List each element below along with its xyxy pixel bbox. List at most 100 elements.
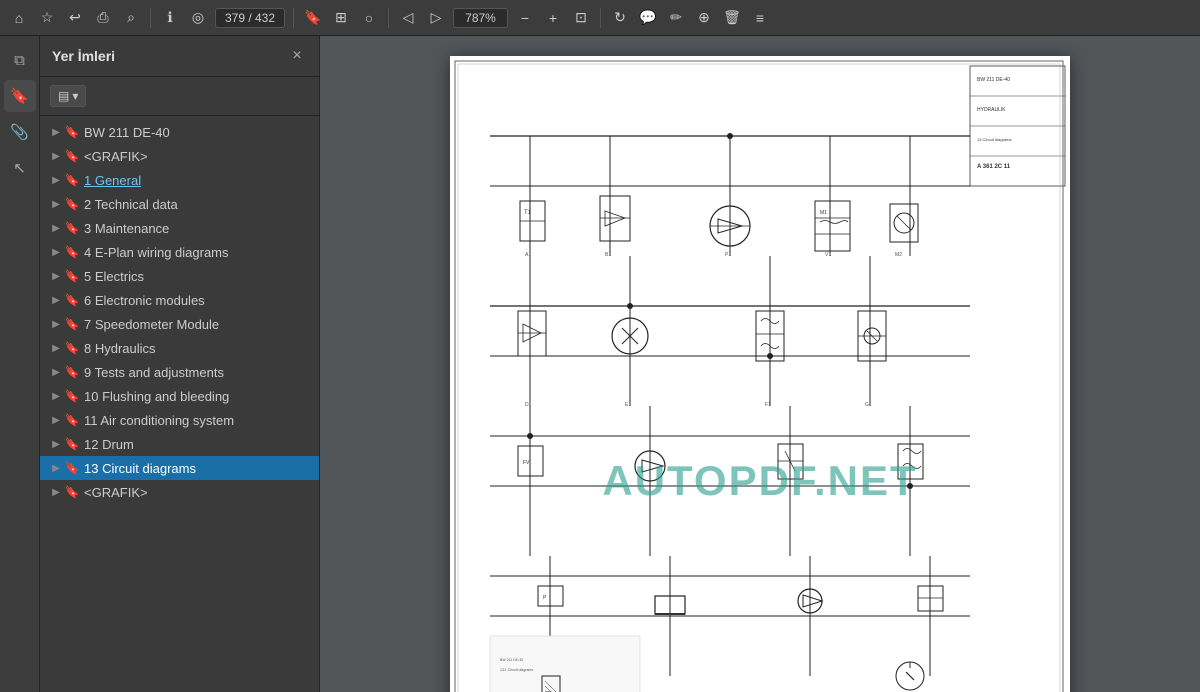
bookmark-item-circuit[interactable]: ▶🔖13 Circuit diagrams	[40, 456, 319, 480]
bookmark-leaf-icon: 🔖	[64, 316, 80, 332]
cursor-btn[interactable]: ↖	[4, 152, 36, 184]
home-icon[interactable]: ⌂	[8, 7, 30, 29]
bookmark-leaf-icon: 🔖	[64, 196, 80, 212]
back-icon[interactable]: ↩	[64, 7, 86, 29]
nav-left-icon[interactable]: ◁	[397, 7, 419, 29]
svg-text:BW 211 DE-40: BW 211 DE-40	[500, 658, 523, 662]
expand-arrow-icon: ▶	[48, 412, 64, 428]
dropdown-arrow-icon: ▾	[72, 89, 78, 103]
bookmark-leaf-icon: 🔖	[64, 436, 80, 452]
bookmark-item-technical[interactable]: ▶🔖2 Technical data	[40, 192, 319, 216]
print-icon[interactable]: ⎙	[92, 7, 114, 29]
bookmark-label: 1 General	[84, 173, 141, 188]
bookmark-label: 6 Electronic modules	[84, 293, 205, 308]
comment-icon[interactable]: 💬	[637, 7, 659, 29]
bookmark-label: 8 Hydraulics	[84, 341, 156, 356]
bookmark-label: BW 211 DE-40	[84, 125, 170, 140]
pages-btn[interactable]: ⧉	[4, 44, 36, 76]
zoom-info[interactable]: 787%	[453, 8, 508, 28]
zoom-in-icon[interactable]: +	[542, 7, 564, 29]
bookmark-label: 11 Air conditioning system	[84, 413, 234, 428]
bookmark-item-tests[interactable]: ▶🔖 9 Tests and adjustments	[40, 360, 319, 384]
pdf-viewer[interactable]: AUTOPDF.NET BW 211 DE-40 HYDRAULIK 13 Ci…	[320, 36, 1200, 692]
bookmarks-btn[interactable]: 🔖	[4, 80, 36, 112]
page-info[interactable]: 379 / 432	[215, 8, 285, 28]
delete-icon[interactable]: 🗑	[721, 7, 743, 29]
panel-title: Yer İmleri	[52, 48, 115, 64]
layers-icon[interactable]: ⊞	[330, 7, 352, 29]
svg-text:BW 211 DE-40: BW 211 DE-40	[977, 77, 1010, 83]
pen-icon[interactable]: ✏	[665, 7, 687, 29]
expand-arrow-icon: ▶	[48, 244, 64, 260]
bookmark-item-electrics[interactable]: ▶🔖5 Electrics	[40, 264, 319, 288]
bookmark-item-general[interactable]: ▶🔖1 General	[40, 168, 319, 192]
bookmark-leaf-icon: 🔖	[64, 172, 80, 188]
bookmark-leaf-icon: 🔖	[64, 124, 80, 140]
bookmark-leaf-icon: 🔖	[64, 460, 80, 476]
svg-text:T1: T1	[524, 210, 532, 216]
bookmarks-tree[interactable]: ▶🔖BW 211 DE-40▶🔖<GRAFIK>▶🔖1 General▶🔖2 T…	[40, 116, 319, 692]
expand-arrow-icon: ▶	[48, 484, 64, 500]
bookmark-label: 9 Tests and adjustments	[84, 365, 224, 380]
svg-text:A 361 2C 11: A 361 2C 11	[977, 164, 1011, 170]
panel-toolbar: ▤ ▾	[40, 77, 319, 116]
bookmarks-panel: Yer İmleri × ▤ ▾ ▶🔖BW 211 DE-40▶🔖<GRAFIK…	[40, 36, 320, 692]
fit-icon[interactable]: ⊡	[570, 7, 592, 29]
zoom-out-icon[interactable]: −	[514, 7, 536, 29]
panel-close-button[interactable]: ×	[287, 46, 307, 66]
pdf-page: AUTOPDF.NET BW 211 DE-40 HYDRAULIK 13 Ci…	[450, 56, 1070, 692]
expand-arrow-icon: ▶	[48, 316, 64, 332]
search-icon[interactable]: ⌕	[120, 7, 142, 29]
bookmark-leaf-icon: 🔖	[64, 364, 80, 380]
rotate-icon[interactable]: ↻	[609, 7, 631, 29]
svg-text:B1: B1	[605, 252, 611, 258]
bookmark-item-speedometer[interactable]: ▶🔖 7 Speedometer Module	[40, 312, 319, 336]
bookmark-item-grafik2[interactable]: ▶🔖 <GRAFIK>	[40, 480, 319, 504]
bookmark-leaf-icon: 🔖	[64, 148, 80, 164]
svg-text:V1: V1	[825, 252, 831, 258]
bookmark-label: 12 Drum	[84, 437, 134, 452]
more-icon-1[interactable]: ⊕	[693, 7, 715, 29]
bookmark-leaf-icon: 🔖	[64, 412, 80, 428]
bookmark-leaf-icon: 🔖	[64, 268, 80, 284]
bookmark-star-icon[interactable]: ☆	[36, 7, 58, 29]
more-icon-2[interactable]: ≡	[749, 7, 771, 29]
attachments-btn[interactable]: 📎	[4, 116, 36, 148]
bookmark-item-aircon[interactable]: ▶🔖 11 Air conditioning system	[40, 408, 319, 432]
svg-text:13 Circuit diagrams: 13 Circuit diagrams	[977, 137, 1011, 142]
expand-arrow-icon: ▶	[48, 388, 64, 404]
expand-arrow-icon: ▶	[48, 196, 64, 212]
bookmark-item-eplan[interactable]: ▶🔖4 E-Plan wiring diagrams	[40, 240, 319, 264]
bookmark-leaf-icon: 🔖	[64, 244, 80, 260]
target-icon[interactable]: ◎	[187, 7, 209, 29]
svg-text:E1: E1	[625, 402, 631, 408]
expand-arrow-icon: ▶	[48, 364, 64, 380]
bookmark-label: <GRAFIK>	[84, 485, 148, 500]
bookmark-leaf-icon: 🔖	[64, 388, 80, 404]
top-toolbar: ⌂ ☆ ↩ ⎙ ⌕ ℹ ◎ 379 / 432 🔖 ⊞ ○ ◁ ▷ 787% −…	[0, 0, 1200, 36]
info-icon[interactable]: ℹ	[159, 7, 181, 29]
bookmark-label: 7 Speedometer Module	[84, 317, 219, 332]
separator-4	[600, 8, 601, 28]
bookmark-label: 10 Flushing and bleeding	[84, 389, 229, 404]
nav-right-icon[interactable]: ▷	[425, 7, 447, 29]
bookmark-item-bw211[interactable]: ▶🔖BW 211 DE-40	[40, 120, 319, 144]
circle-icon[interactable]: ○	[358, 7, 380, 29]
bookmark-item-electronic[interactable]: ▶🔖6 Electronic modules	[40, 288, 319, 312]
bookmark-item-grafik1[interactable]: ▶🔖 <GRAFIK>	[40, 144, 319, 168]
bookmark-item-hydraulics[interactable]: ▶🔖8 Hydraulics	[40, 336, 319, 360]
svg-text:HYDRAULIK: HYDRAULIK	[977, 107, 1006, 113]
bookmark-icon-top[interactable]: 🔖	[302, 7, 324, 29]
bookmark-item-flushing[interactable]: ▶🔖 10 Flushing and bleeding	[40, 384, 319, 408]
svg-text:F1: F1	[765, 402, 771, 408]
separator-3	[388, 8, 389, 28]
bookmark-item-maintenance[interactable]: ▶🔖3 Maintenance	[40, 216, 319, 240]
expand-arrow-icon: ▶	[48, 148, 64, 164]
bookmark-leaf-icon: 🔖	[64, 292, 80, 308]
panel-view-btn[interactable]: ▤ ▾	[50, 85, 86, 107]
view-icon: ▤	[58, 89, 69, 103]
svg-text:M2: M2	[895, 252, 902, 258]
bookmark-label: <GRAFIK>	[84, 149, 148, 164]
bookmark-item-drum[interactable]: ▶🔖12 Drum	[40, 432, 319, 456]
bookmark-leaf-icon: 🔖	[64, 484, 80, 500]
